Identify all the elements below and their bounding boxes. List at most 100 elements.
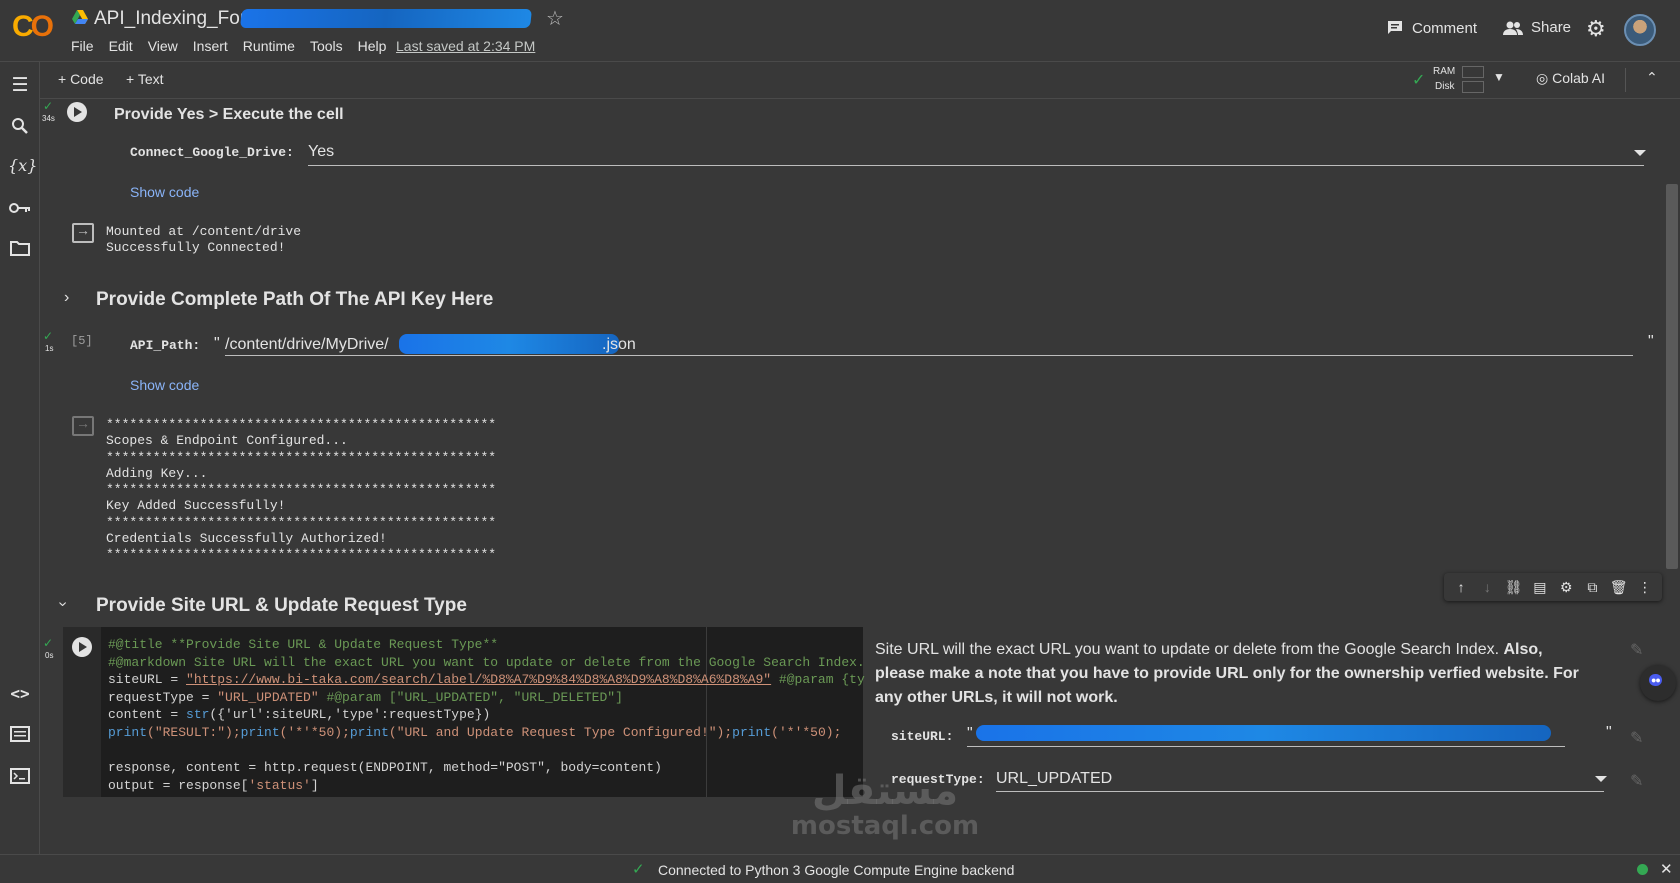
menu-edit[interactable]: Edit [109, 38, 133, 54]
api-path-value[interactable]: /content/drive/MyDrive/ [225, 336, 389, 354]
code-line-2: #@markdown Site URL will the exact URL y… [108, 654, 865, 670]
code-line-6e: print [349, 724, 389, 740]
notebook-title[interactable]: API_Indexing_For_ [94, 8, 257, 30]
cell2-exec-time: 1s [45, 344, 54, 353]
delete-icon[interactable]: 🗑 [1609, 579, 1629, 596]
move-down-icon[interactable]: ↓ [1477, 579, 1497, 595]
app-header: CO API_Indexing_For_ ☆ File Edit View In… [0, 0, 1680, 62]
terminal-icon[interactable] [8, 764, 32, 788]
settings-gear-icon[interactable]: ⚙ [1586, 18, 1606, 40]
menu-view[interactable]: View [148, 38, 178, 54]
move-up-icon[interactable]: ↑ [1451, 579, 1471, 595]
cell3-code: #@title **Provide Site URL & Update Requ… [108, 636, 865, 794]
title-redaction [240, 9, 532, 28]
google-drive-icon [72, 10, 88, 24]
connected-check-icon: ✓ [632, 861, 645, 878]
disk-label: Disk [1435, 81, 1455, 92]
edit-pencil-icon[interactable]: ✎ [1630, 640, 1643, 660]
ram-meter[interactable] [1462, 66, 1484, 78]
menu-bar: File Edit View Insert Runtime Tools Help [71, 38, 386, 54]
toolbar-divider [1625, 68, 1626, 92]
more-options-icon[interactable]: ⋮ [1635, 579, 1655, 596]
cell1-form-title: Provide Yes > Execute the cell [114, 106, 344, 123]
runtime-dropdown-icon[interactable]: ▼ [1493, 70, 1505, 84]
request-type-label: requestType: [891, 772, 985, 787]
disk-meter[interactable] [1462, 81, 1484, 93]
menu-runtime[interactable]: Runtime [243, 38, 295, 54]
connect-drive-value[interactable]: Yes [308, 143, 334, 161]
code-line-6d: ('*'*50); [279, 724, 350, 740]
section3-collapse-chevron-icon[interactable]: › [54, 601, 72, 606]
last-saved-link[interactable]: Last saved at 2:34 PM [396, 38, 535, 54]
cell1-success-check-icon: ✓ [43, 99, 54, 113]
link-icon[interactable]: ⛓ [1504, 579, 1524, 596]
add-text-cell-button[interactable]: + Text [126, 71, 164, 87]
search-icon[interactable] [8, 114, 32, 138]
code-line-1: #@title **Provide Site URL & Update Requ… [108, 637, 499, 652]
command-palette-icon[interactable] [8, 722, 32, 746]
ram-label: RAM [1433, 66, 1456, 77]
site-url-edit-icon[interactable]: ✎ [1630, 728, 1643, 748]
variables-icon[interactable]: {x} [8, 154, 37, 178]
table-of-contents-icon[interactable]: ☰ [8, 74, 32, 98]
request-type-underline [996, 791, 1604, 792]
api-path-quote-close: " [1648, 333, 1654, 350]
section2-expand-chevron-icon[interactable]: › [64, 289, 69, 307]
code-line-4c: #@param ["URL_UPDATED", "URL_DELETED"] [318, 689, 623, 705]
star-icon[interactable]: ☆ [546, 6, 564, 31]
floating-gemini-button[interactable] [1640, 665, 1676, 701]
connect-drive-dropdown-underline [308, 165, 1644, 166]
code-line-4a: requestType = [108, 689, 218, 705]
collapse-header-icon[interactable]: ⌄ [1646, 68, 1658, 85]
menu-help[interactable]: Help [358, 38, 387, 54]
cell3-form-description: Site URL will the exact URL you want to … [875, 638, 1585, 710]
cell2-show-code-link[interactable]: Show code [130, 377, 199, 393]
comment-icon [1388, 21, 1402, 34]
add-code-cell-button[interactable]: + Code [58, 71, 104, 87]
colab-logo[interactable]: CO [12, 12, 54, 42]
share-button[interactable]: Share [1503, 19, 1571, 36]
cell3-exec-time: 0s [45, 651, 54, 660]
menu-insert[interactable]: Insert [193, 38, 228, 54]
share-people-icon [1503, 21, 1523, 35]
section3-heading: Provide Site URL & Update Request Type [96, 595, 467, 616]
runtime-connected-check-icon: ✓ [1412, 72, 1426, 89]
mirror-cell-icon[interactable]: ⧉ [1582, 579, 1602, 596]
code-line-5c: ({'url':siteURL,'type':requestType}) [209, 707, 491, 723]
api-path-underline [225, 355, 1633, 356]
menu-file[interactable]: File [71, 38, 94, 54]
status-text: Connected to Python 3 Google Compute Eng… [658, 862, 1015, 878]
request-type-edit-icon[interactable]: ✎ [1630, 771, 1643, 791]
files-folder-icon[interactable] [8, 236, 32, 260]
cell-settings-icon[interactable]: ⚙ [1556, 579, 1576, 596]
cell2-output: ****************************************… [106, 417, 497, 563]
share-label: Share [1531, 19, 1572, 36]
cell1-show-code-link[interactable]: Show code [130, 184, 199, 200]
code-line-9a: output = response[ [108, 777, 249, 793]
cell-toolbar: ↑ ↓ ⛓ ▤ ⚙ ⧉ 🗑 ⋮ [1444, 573, 1662, 601]
site-url-redaction [976, 725, 1551, 741]
cell3-run-button[interactable] [72, 637, 92, 657]
notebook-content: ✓ 34s Provide Yes > Execute the cell Con… [40, 99, 1680, 854]
secrets-key-icon[interactable] [8, 196, 32, 220]
request-type-dropdown-arrow-icon[interactable] [1595, 776, 1607, 782]
cell3-code-editor[interactable]: #@title **Provide Site URL & Update Requ… [63, 627, 865, 797]
cell1-run-button[interactable] [67, 102, 87, 122]
cell3-success-check-icon: ✓ [43, 636, 54, 650]
request-type-value[interactable]: URL_UPDATED [996, 770, 1112, 788]
comment-button[interactable]: Comment [1386, 19, 1477, 37]
api-path-label: API_Path: [130, 338, 201, 353]
notebook-scrollbar[interactable] [1666, 184, 1678, 569]
connect-drive-dropdown-arrow-icon[interactable] [1634, 150, 1646, 156]
cell2-output-clear-icon[interactable] [72, 415, 94, 436]
comment-cell-icon[interactable]: ▤ [1530, 579, 1550, 596]
code-line-6a: print [108, 724, 148, 740]
menu-tools[interactable]: Tools [310, 38, 343, 54]
status-close-icon[interactable]: ✕ [1660, 860, 1673, 878]
user-avatar[interactable] [1624, 14, 1656, 46]
cell1-exec-time: 34s [42, 114, 55, 123]
code-line-4b: "URL_UPDATED" [217, 689, 319, 705]
code-snippets-icon[interactable]: <> [8, 682, 32, 706]
cell1-output-clear-icon[interactable] [72, 222, 94, 243]
colab-ai-button[interactable]: ◎ Colab AI [1536, 70, 1605, 87]
